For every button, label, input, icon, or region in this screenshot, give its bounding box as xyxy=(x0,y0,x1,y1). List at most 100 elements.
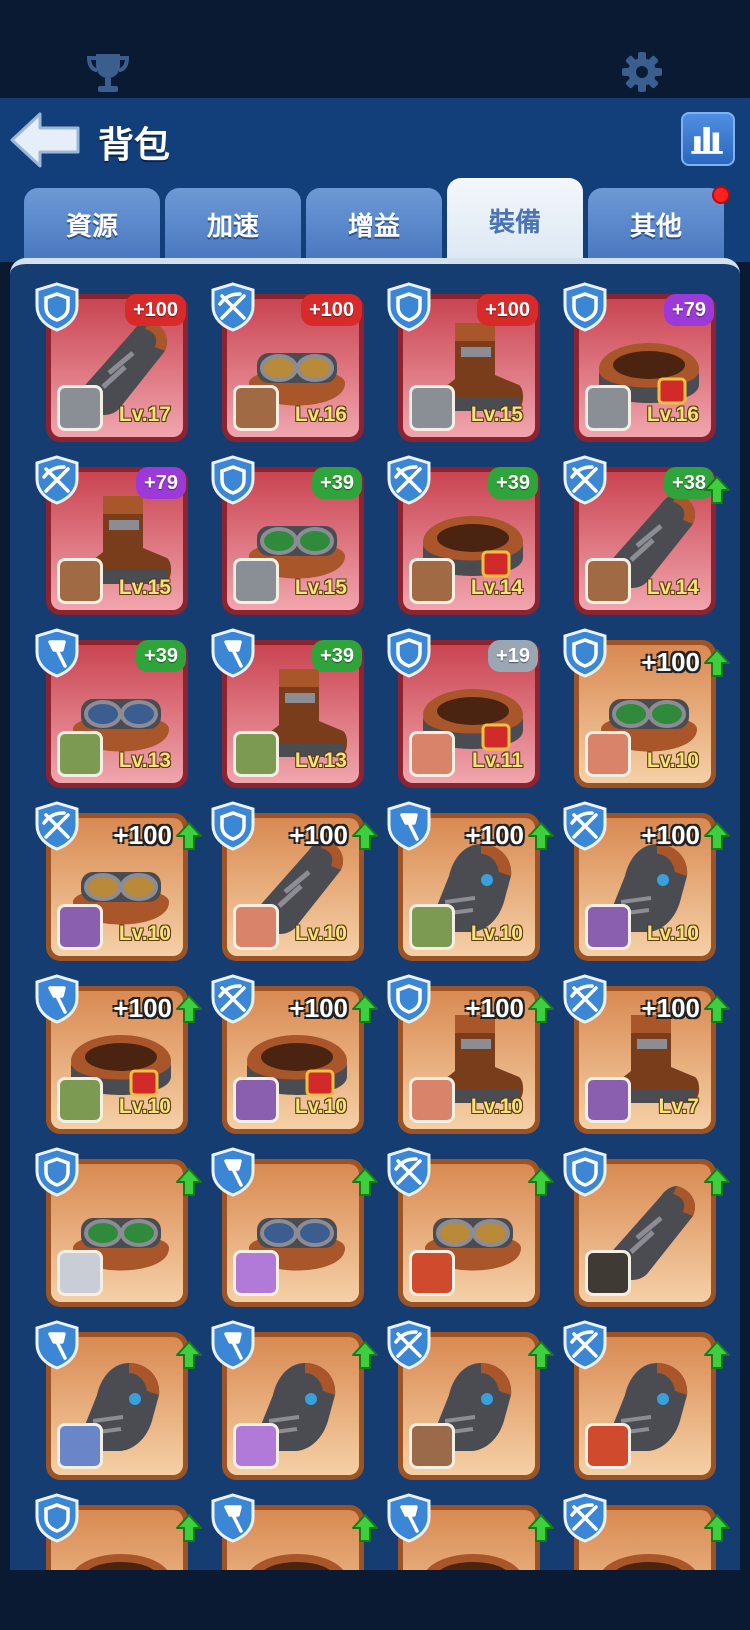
level-label: Lv.10 xyxy=(646,922,699,945)
shield-icon xyxy=(387,628,431,678)
level-label: Lv.10 xyxy=(118,922,171,945)
bonus-badge: +100 xyxy=(289,992,348,1023)
equipment-card[interactable] xyxy=(211,1493,378,1570)
equipment-belt-icon xyxy=(426,1554,520,1570)
hero-avatar xyxy=(585,1077,631,1123)
back-arrow-icon[interactable] xyxy=(8,110,82,170)
bonus-badge: +100 xyxy=(289,819,348,850)
equipment-card[interactable]: Lv.10 +100 xyxy=(211,801,378,961)
upgrade-arrow-icon xyxy=(352,995,378,1023)
equipment-card[interactable] xyxy=(35,1493,202,1570)
upgrade-arrow-icon xyxy=(704,1514,730,1542)
upgrade-arrow-icon xyxy=(704,1168,730,1196)
shield-icon xyxy=(35,1493,79,1543)
equipment-card[interactable]: Lv.16 +79 xyxy=(563,282,716,442)
shield-icon xyxy=(563,628,607,678)
level-label: Lv.10 xyxy=(470,922,523,945)
upgrade-arrow-icon xyxy=(176,822,202,850)
equipment-card[interactable]: Lv.16 +100 xyxy=(211,282,364,442)
tab-label: 資源 xyxy=(65,210,118,241)
wand-icon xyxy=(387,801,431,851)
equipment-card[interactable] xyxy=(35,1320,202,1480)
tab-speedups[interactable]: 加速 xyxy=(165,188,301,260)
upgrade-arrow-icon xyxy=(528,822,554,850)
equipment-card[interactable] xyxy=(563,1147,730,1307)
level-label: Lv.15 xyxy=(118,576,171,599)
equipment-card[interactable]: Lv.10 +100 xyxy=(563,801,730,961)
crossbow-icon xyxy=(563,1493,607,1543)
upgrade-arrow-icon xyxy=(528,1341,554,1369)
equipment-card[interactable] xyxy=(387,1493,554,1570)
equipment-card[interactable]: Lv.11 +19 xyxy=(387,628,540,788)
hero-avatar xyxy=(57,558,103,604)
equipment-card[interactable]: Lv.13 +39 xyxy=(211,628,364,788)
crossbow-icon xyxy=(387,1147,431,1197)
hero-avatar xyxy=(585,1250,631,1296)
hero-avatar xyxy=(409,1423,455,1469)
bar-chart-icon xyxy=(691,126,723,154)
equipment-card[interactable] xyxy=(35,1147,202,1307)
equipment-card[interactable]: Lv.10 +100 xyxy=(211,974,378,1134)
wand-icon xyxy=(211,1320,255,1370)
equipment-card[interactable] xyxy=(563,1493,730,1570)
bonus-badge: +100 xyxy=(465,819,524,850)
equipment-card[interactable] xyxy=(563,1320,730,1480)
hero-avatar xyxy=(57,1077,103,1123)
equipment-card[interactable]: Lv.10 +100 xyxy=(387,974,554,1134)
equipment-card[interactable]: Lv.14 +38 xyxy=(563,455,730,615)
tab-boosts[interactable]: 增益 xyxy=(306,188,442,260)
bonus-badge: +100 xyxy=(641,819,700,850)
bonus-badge: +100 xyxy=(465,992,524,1023)
bonus-badge: +100 xyxy=(476,294,538,326)
shield-icon xyxy=(563,282,607,332)
upgrade-arrow-icon xyxy=(704,1341,730,1369)
tab-label: 裝備 xyxy=(488,206,541,237)
notification-dot xyxy=(712,186,730,204)
hero-avatar xyxy=(57,731,103,777)
upgrade-arrow-icon xyxy=(176,1341,202,1369)
equipment-card[interactable] xyxy=(387,1147,554,1307)
level-label: Lv.15 xyxy=(470,403,523,426)
upgrade-arrow-icon xyxy=(352,822,378,850)
equipment-card[interactable] xyxy=(211,1147,378,1307)
equipment-card[interactable]: Lv.17 +100 xyxy=(35,282,188,442)
tab-resources[interactable]: 資源 xyxy=(24,188,160,260)
equipment-card[interactable]: Lv.14 +39 xyxy=(387,455,540,615)
level-label: Lv.17 xyxy=(118,403,171,426)
wand-icon xyxy=(211,1147,255,1197)
equipment-card[interactable] xyxy=(387,1320,554,1480)
equipment-card[interactable]: Lv.15 +79 xyxy=(35,455,188,615)
equipment-card[interactable]: Lv.15 +39 xyxy=(211,455,364,615)
upgrade-arrow-icon xyxy=(528,1168,554,1196)
shield-icon xyxy=(387,282,431,332)
hero-avatar xyxy=(233,1077,279,1123)
equipment-card[interactable]: Lv.7 +100 xyxy=(563,974,730,1134)
stats-button[interactable] xyxy=(681,112,735,166)
equipment-card[interactable]: Lv.10 +100 xyxy=(563,628,730,788)
hero-avatar xyxy=(57,385,103,431)
inventory-grid: Lv.17 +100 Lv.16 +100 Lv.15 +100 Lv.16 +79 Lv.15… xyxy=(10,258,740,1570)
hero-avatar xyxy=(409,731,455,777)
equipment-card[interactable]: Lv.13 +39 xyxy=(35,628,188,788)
crossbow-icon xyxy=(563,801,607,851)
bonus-badge: +100 xyxy=(113,819,172,850)
bonus-badge: +39 xyxy=(312,640,362,672)
equipment-card[interactable]: Lv.10 +100 xyxy=(35,974,202,1134)
trophy-icon[interactable] xyxy=(84,50,132,94)
level-label: Lv.10 xyxy=(294,922,347,945)
upgrade-arrow-icon xyxy=(352,1168,378,1196)
equipment-card[interactable]: Lv.15 +100 xyxy=(387,282,540,442)
equipment-card[interactable]: Lv.10 +100 xyxy=(35,801,202,961)
hero-avatar xyxy=(585,904,631,950)
shield-icon xyxy=(35,1147,79,1197)
tab-label: 加速 xyxy=(206,210,259,241)
level-label: Lv.16 xyxy=(646,403,699,426)
page-title: 背包 xyxy=(98,124,171,165)
equipment-card[interactable] xyxy=(211,1320,378,1480)
wand-icon xyxy=(35,974,79,1024)
tab-other[interactable]: 其他 xyxy=(588,186,730,260)
gear-icon[interactable] xyxy=(618,50,666,94)
hero-avatar xyxy=(57,904,103,950)
tab-equipment[interactable]: 裝備 xyxy=(447,178,583,262)
equipment-card[interactable]: Lv.10 +100 xyxy=(387,801,554,961)
